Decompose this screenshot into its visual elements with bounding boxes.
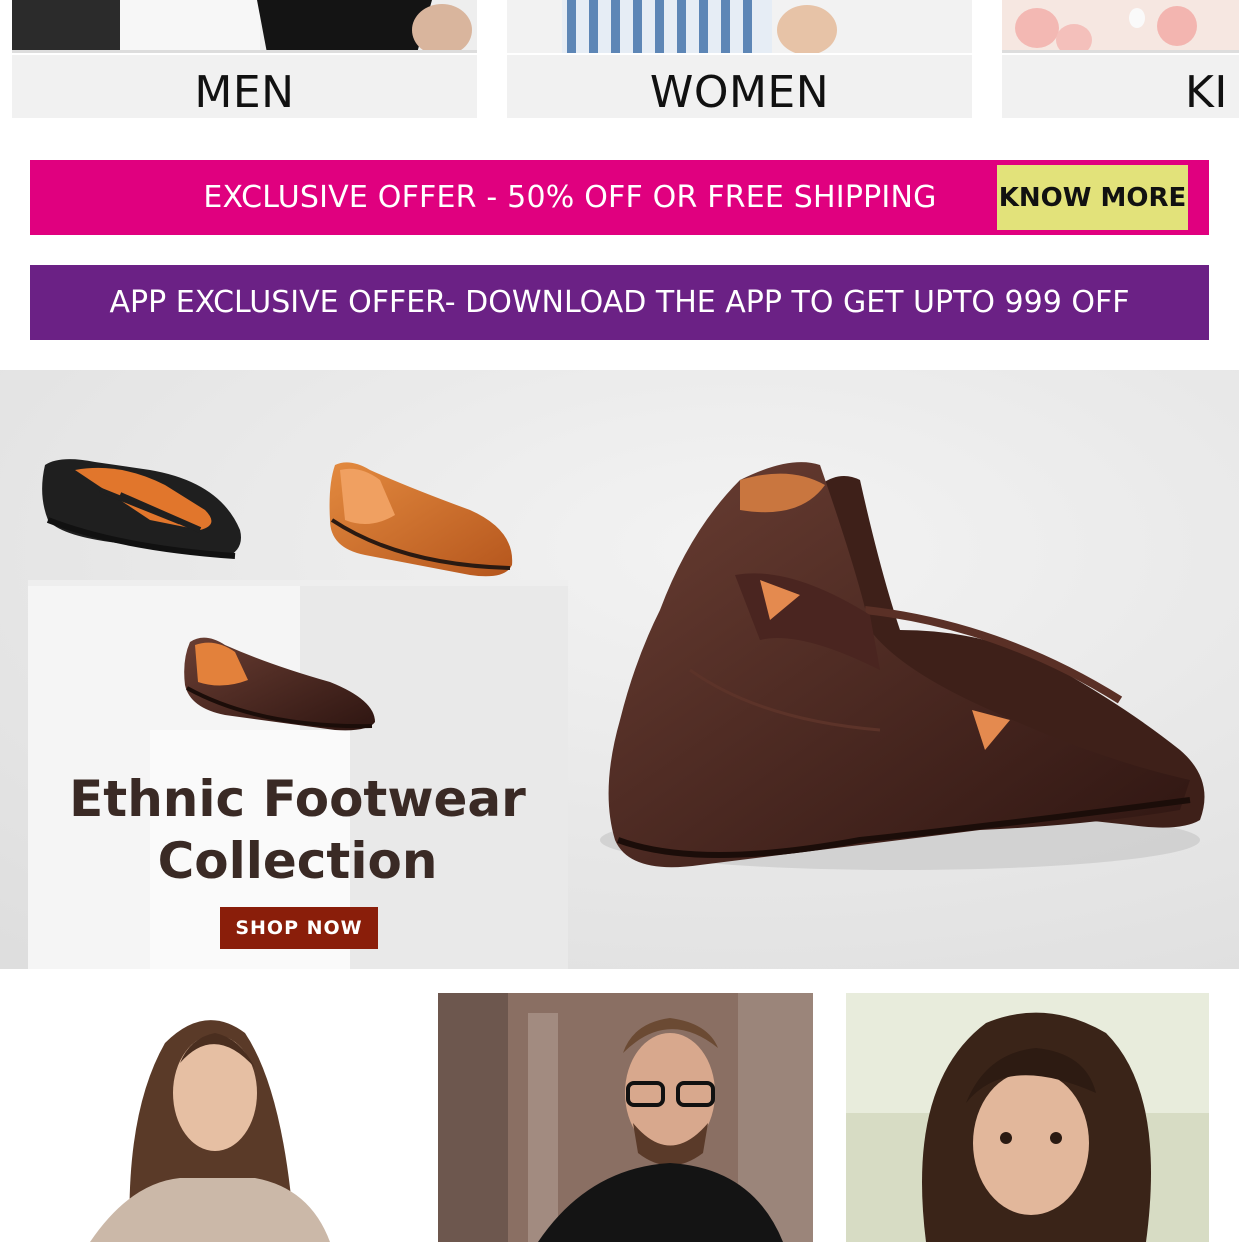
category-tile-men[interactable]: MEN [12, 0, 477, 118]
category-image-men [12, 0, 477, 53]
know-more-button[interactable]: KNOW MORE [997, 165, 1188, 230]
category-tile-women[interactable]: WOMEN [507, 0, 972, 118]
women-portrait-tile[interactable] [30, 993, 408, 1242]
hero-title-line2: Collection [157, 832, 438, 890]
ethnic-footwear-hero-banner[interactable]: Ethnic Footwear Collection SHOP NOW [0, 370, 1239, 969]
man-portrait-image [438, 993, 813, 1242]
category-label-women: WOMEN [507, 55, 972, 118]
category-image-kids [1002, 0, 1239, 53]
exclusive-offer-text: EXCLUSIVE OFFER - 50% OFF OR FREE SHIPPI… [203, 180, 937, 215]
shop-now-button[interactable]: SHOP NOW [220, 907, 378, 949]
category-strip: MEN WOMEN KI [0, 0, 1239, 118]
exclusive-offer-banner[interactable]: EXCLUSIVE OFFER - 50% OFF OR FREE SHIPPI… [30, 160, 1209, 235]
category-image-women [507, 0, 972, 53]
app-offer-banner[interactable]: APP EXCLUSIVE OFFER- DOWNLOAD THE APP TO… [30, 265, 1209, 340]
hero-title: Ethnic Footwear Collection [55, 768, 540, 892]
category-tile-kids[interactable]: KI [1002, 0, 1239, 118]
kids-portrait-tile[interactable] [846, 993, 1209, 1242]
category-label-men: MEN [12, 55, 477, 118]
app-offer-text: APP EXCLUSIVE OFFER- DOWNLOAD THE APP TO… [109, 285, 1130, 320]
men-portrait-tile[interactable] [438, 993, 813, 1242]
woman-portrait-image [30, 993, 408, 1242]
category-label-kids: KI [1002, 55, 1239, 118]
kid-portrait-image [846, 993, 1209, 1242]
hero-title-line1: Ethnic Footwear [69, 770, 526, 828]
